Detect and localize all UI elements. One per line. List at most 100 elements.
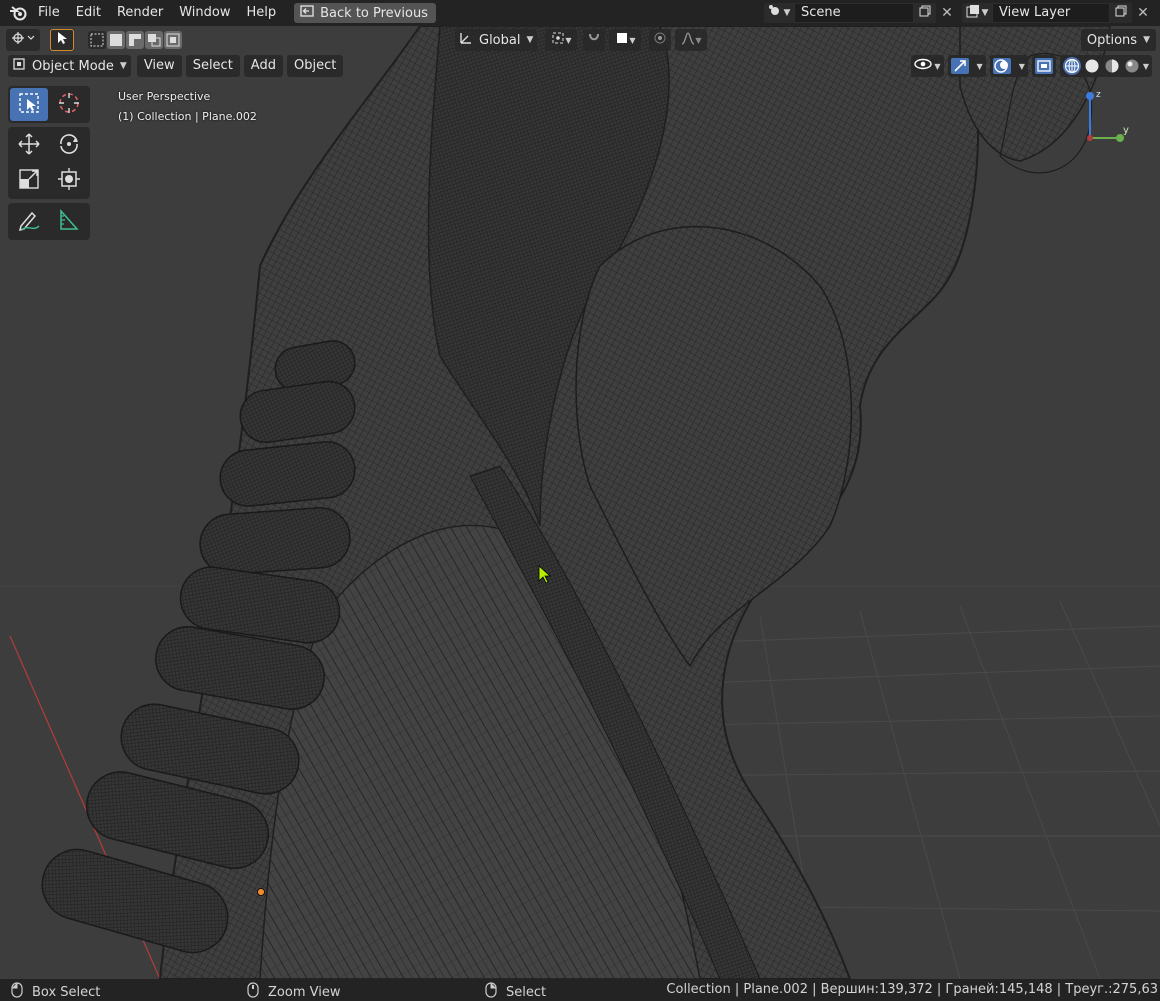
snap-target-dropdown[interactable]: ▼	[609, 29, 642, 51]
scene-statistics: Collection | Plane.002 | Вершин:139,372 …	[666, 982, 1158, 997]
solid-shading-icon[interactable]	[1083, 57, 1101, 75]
falloff-dropdown[interactable]: ▼	[675, 29, 708, 51]
pivot-dropdown[interactable]: ▼	[545, 29, 578, 51]
menu-window[interactable]: Window	[171, 2, 238, 24]
mouse-left-icon	[10, 982, 24, 1001]
close-view-layer-button[interactable]: ✕	[1132, 3, 1154, 23]
chevron-down-icon: ▼	[976, 61, 983, 71]
transform-icon	[57, 167, 81, 195]
move-tool[interactable]	[10, 129, 48, 162]
select-menu[interactable]: Select	[185, 55, 240, 77]
view-layer-icon	[966, 4, 980, 22]
copy-view-layer-button[interactable]	[1110, 3, 1132, 23]
chevron-down-icon: ▼	[1142, 61, 1149, 71]
select-box-icon	[17, 91, 41, 119]
gizmo-z-label: z	[1096, 90, 1101, 100]
scale-tool[interactable]	[10, 164, 48, 197]
mouse-right-icon	[484, 982, 498, 1001]
scene-name-field[interactable]: Scene	[794, 3, 914, 23]
rendered-shading-icon[interactable]	[1123, 57, 1141, 75]
chevron-down-icon: ▼	[981, 8, 989, 18]
add-menu[interactable]: Add	[243, 55, 283, 77]
menu-render[interactable]: Render	[109, 2, 171, 24]
menu-help[interactable]: Help	[239, 2, 285, 24]
blender-logo[interactable]	[6, 1, 30, 25]
snap-toggle[interactable]	[583, 29, 606, 51]
material-shading-icon[interactable]	[1103, 57, 1121, 75]
select-extend-button[interactable]	[107, 31, 125, 49]
view-layer-name-field[interactable]: View Layer	[992, 3, 1110, 23]
select-subtract-button[interactable]	[126, 31, 144, 49]
orientation-dropdown[interactable]: Global ▼	[455, 29, 538, 51]
gizmo-dropdown[interactable]: ▼	[947, 55, 986, 77]
view-layer-browse-button[interactable]: ▼	[962, 3, 992, 23]
visibility-icon	[914, 57, 933, 75]
status-select: Select	[506, 984, 547, 1000]
close-scene-button[interactable]: ✕	[936, 3, 958, 23]
object-mode-dropdown[interactable]: Object Mode ▼	[8, 55, 131, 77]
select-invert-button[interactable]	[145, 31, 163, 49]
tool-shelf	[8, 86, 90, 244]
orientation-icon	[459, 31, 473, 49]
status-zoom-view: Zoom View	[268, 984, 341, 1000]
wireframe-shading-icon[interactable]	[1062, 57, 1081, 75]
annotate-tool[interactable]	[10, 205, 48, 238]
scene-browse-button[interactable]: ▼	[764, 3, 794, 23]
overlay-icon	[992, 58, 1011, 74]
snap-target-icon	[615, 31, 629, 49]
object-menu[interactable]: Object	[286, 55, 344, 77]
annotate-tools	[8, 203, 90, 240]
overlay-dropdown[interactable]: ▼	[989, 55, 1028, 77]
rotate-tool[interactable]	[50, 129, 88, 162]
menu-edit[interactable]: Edit	[68, 2, 109, 24]
close-icon: ✕	[1137, 5, 1149, 21]
transform-tool[interactable]	[50, 164, 88, 197]
select-new-button[interactable]	[88, 31, 106, 49]
chevron-down-icon: ▼	[629, 35, 636, 45]
annotate-icon	[17, 208, 41, 236]
navigation-gizmo[interactable]: z y	[1080, 88, 1140, 152]
status-bar: Box Select Zoom View Select Collection |…	[0, 979, 1160, 1001]
transform-controls: Global ▼ ▼ ▼ ▼	[455, 29, 708, 51]
select-box-tool[interactable]	[10, 88, 48, 121]
viewport-info-text: User Perspective (1) Collection | Plane.…	[118, 87, 257, 127]
orientation-label: Global	[479, 32, 521, 48]
gizmo-icon	[950, 58, 969, 74]
wireframe-scene	[0, 26, 1160, 979]
pivot-icon	[551, 31, 565, 49]
editor-type-icon	[11, 31, 35, 49]
chevron-down-icon: ▼	[119, 61, 127, 71]
editor-type-button[interactable]	[6, 29, 40, 51]
falloff-icon	[681, 31, 695, 49]
xray-toggle[interactable]	[1031, 55, 1056, 77]
status-right-hint: Select	[484, 982, 546, 1001]
view-menu[interactable]: View	[136, 55, 182, 77]
options-dropdown[interactable]: Options ▼	[1080, 29, 1156, 51]
cursor-icon	[56, 31, 68, 49]
copy-scene-button[interactable]	[914, 3, 936, 23]
measure-icon	[57, 208, 81, 236]
select-intersect-button[interactable]	[164, 31, 182, 49]
proportional-edit-toggle[interactable]	[649, 29, 672, 51]
measure-tool[interactable]	[50, 205, 88, 238]
3d-viewport[interactable]: Global ▼ ▼ ▼ ▼ Options ▼ Object Mode ▼ V…	[0, 26, 1160, 979]
back-to-previous-button[interactable]: Back to Previous	[294, 3, 436, 23]
copy-icon	[1115, 5, 1127, 21]
menu-file[interactable]: File	[30, 2, 68, 24]
cursor-tool[interactable]	[50, 88, 88, 121]
chevron-down-icon: ▼	[934, 61, 941, 71]
copy-icon	[919, 5, 931, 21]
select-tool-button[interactable]	[50, 29, 74, 51]
gizmo-y-label: y	[1123, 125, 1129, 136]
mouse-middle-icon	[246, 982, 260, 1001]
viewport-header: Global ▼ ▼ ▼ ▼ Options ▼	[0, 26, 1160, 54]
snap-icon	[587, 31, 601, 49]
visibility-dropdown[interactable]: ▼	[911, 55, 944, 77]
chevron-down-icon: ▼	[526, 35, 534, 45]
chevron-down-icon: ▼	[695, 35, 702, 45]
scale-icon	[17, 167, 41, 195]
status-left-hint: Box Select	[10, 982, 100, 1001]
active-object-label: (1) Collection | Plane.002	[118, 110, 257, 123]
selection-mode-group	[88, 31, 182, 49]
rotate-icon	[57, 132, 81, 160]
